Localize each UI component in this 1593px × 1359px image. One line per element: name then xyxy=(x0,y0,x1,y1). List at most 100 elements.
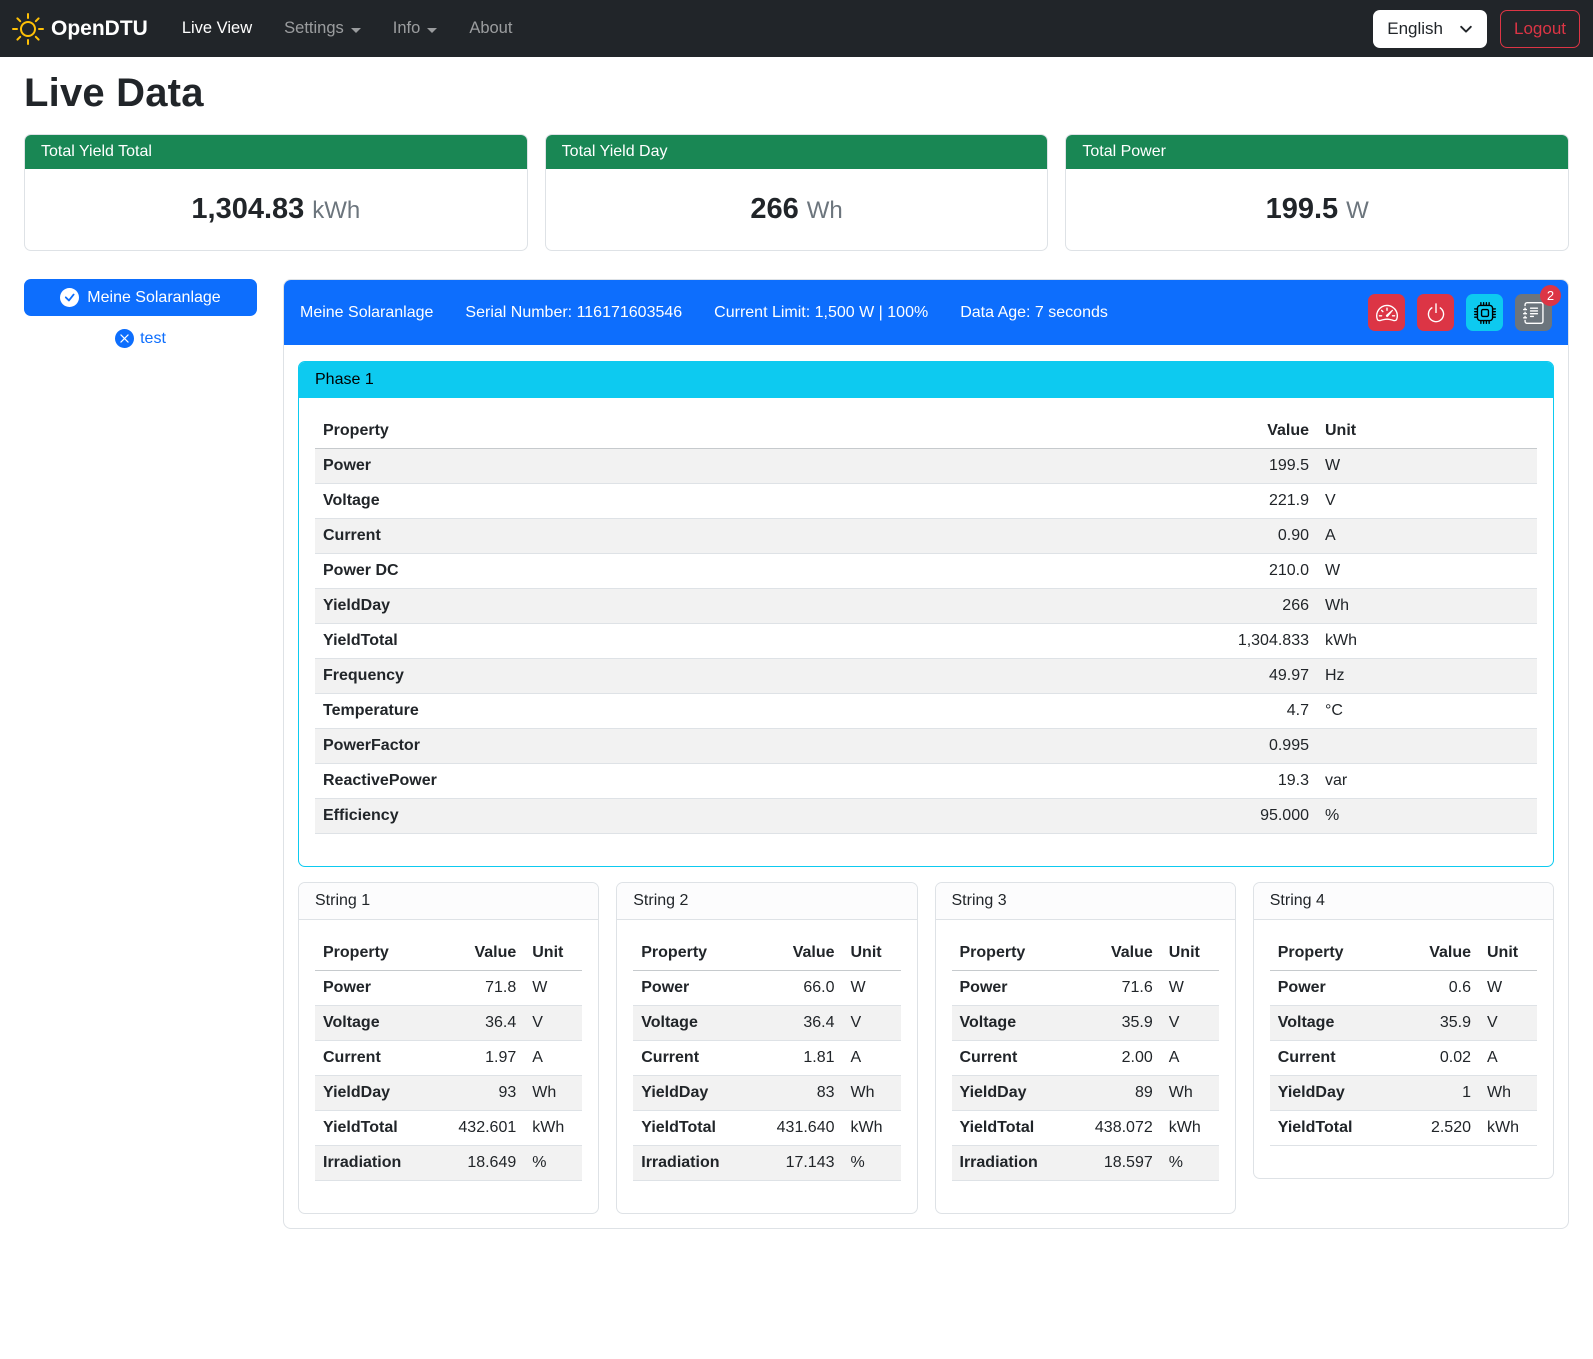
unit-cell: % xyxy=(843,1146,901,1181)
unit-cell: W xyxy=(1317,554,1537,589)
table-row: Voltage221.9V xyxy=(315,484,1537,519)
table-row: Frequency49.97Hz xyxy=(315,659,1537,694)
property-cell: Current xyxy=(952,1041,1071,1076)
unit-cell xyxy=(1317,729,1537,764)
card-unit: W xyxy=(1346,197,1369,224)
power-button[interactable] xyxy=(1417,294,1454,331)
card-unit: Wh xyxy=(807,197,843,224)
navbar: OpenDTU Live View Settings Info About En… xyxy=(0,0,1593,57)
journal-icon xyxy=(1523,302,1545,324)
value-cell: 17.143 xyxy=(753,1146,843,1181)
table-row: Irradiation17.143% xyxy=(633,1146,900,1181)
inverter-select-button[interactable]: Meine Solaranlage xyxy=(24,279,257,316)
value-cell: 95.000 xyxy=(1197,799,1317,834)
column-header-value: Value xyxy=(1389,936,1479,971)
string-card-header: String 1 xyxy=(299,883,598,920)
property-cell: Power xyxy=(315,449,1197,484)
unit-cell: kWh xyxy=(1317,624,1537,659)
value-cell: 83 xyxy=(753,1076,843,1111)
table-row: PowerFactor0.995 xyxy=(315,729,1537,764)
unit-cell: V xyxy=(1317,484,1537,519)
card-body: 1,304.83kWh xyxy=(25,169,527,250)
column-header-property: Property xyxy=(633,936,752,971)
x-circle-icon xyxy=(115,329,134,348)
property-cell: YieldTotal xyxy=(315,1111,434,1146)
table-row: Current0.02A xyxy=(1270,1041,1537,1076)
unit-cell: Wh xyxy=(843,1076,901,1111)
unit-cell: A xyxy=(1161,1041,1219,1076)
value-cell: 0.90 xyxy=(1197,519,1317,554)
value-cell: 221.9 xyxy=(1197,484,1317,519)
value-cell: 1.97 xyxy=(434,1041,524,1076)
brand[interactable]: OpenDTU xyxy=(12,13,148,45)
event-log-button[interactable]: 2 xyxy=(1515,294,1552,331)
table-row: YieldDay83Wh xyxy=(633,1076,900,1111)
value-cell: 438.072 xyxy=(1071,1111,1161,1146)
property-cell: YieldDay xyxy=(952,1076,1071,1111)
table-row: YieldDay1Wh xyxy=(1270,1076,1537,1111)
table-row: YieldTotal1,304.833kWh xyxy=(315,624,1537,659)
table-row: ReactivePower19.3var xyxy=(315,764,1537,799)
table-row: Power71.8W xyxy=(315,971,582,1006)
property-cell: Irradiation xyxy=(952,1146,1071,1181)
nav-item-live-view[interactable]: Live View xyxy=(168,11,266,46)
value-cell: 71.8 xyxy=(434,971,524,1006)
card-body: 199.5W xyxy=(1066,169,1568,250)
value-cell: 0.02 xyxy=(1389,1041,1479,1076)
string-card-4: String 4 Property Value Unit xyxy=(1253,882,1554,1179)
string-table: Property Value Unit Power71.6WVoltage35.… xyxy=(952,936,1219,1181)
column-header-unit: Unit xyxy=(1317,414,1537,449)
logout-button[interactable]: Logout xyxy=(1500,10,1580,48)
inverter-serial: Serial Number: 116171603546 xyxy=(465,304,682,322)
property-cell: Voltage xyxy=(315,484,1197,519)
property-cell: PowerFactor xyxy=(315,729,1197,764)
sun-logo-icon xyxy=(12,13,44,45)
language-select[interactable]: English xyxy=(1373,10,1487,48)
unit-cell: kWh xyxy=(1161,1111,1219,1146)
inverter-header: Meine Solaranlage Serial Number: 1161716… xyxy=(284,280,1568,345)
card-header: Total Power xyxy=(1066,135,1568,169)
value-cell: 4.7 xyxy=(1197,694,1317,729)
limit-settings-button[interactable] xyxy=(1368,294,1405,331)
check-circle-icon xyxy=(60,288,79,307)
unit-cell: var xyxy=(1317,764,1537,799)
column-header-unit: Unit xyxy=(843,936,901,971)
property-cell: Temperature xyxy=(315,694,1197,729)
table-row: Voltage35.9V xyxy=(1270,1006,1537,1041)
string-card-body: Property Value Unit Power71.8WVoltage36.… xyxy=(299,920,598,1213)
inverter-toolbar: 2 xyxy=(1368,294,1552,331)
gauge-icon xyxy=(1376,302,1398,324)
device-info-button[interactable] xyxy=(1466,294,1503,331)
column-header-property: Property xyxy=(315,936,434,971)
value-cell: 2.520 xyxy=(1389,1111,1479,1146)
unit-cell: Wh xyxy=(1479,1076,1537,1111)
table-header-row: Property Value Unit xyxy=(315,414,1537,449)
strings-row: String 1 Property Value Unit xyxy=(298,882,1554,1214)
nav-item-about[interactable]: About xyxy=(455,11,526,46)
string-card-3: String 3 Property Value Unit xyxy=(935,882,1236,1214)
value-cell: 36.4 xyxy=(434,1006,524,1041)
card-header: Total Yield Day xyxy=(546,135,1048,169)
table-row: YieldDay93Wh xyxy=(315,1076,582,1111)
card-unit: kWh xyxy=(312,197,360,224)
value-cell: 18.597 xyxy=(1071,1146,1161,1181)
string-table: Property Value Unit Power71.8WVoltage36.… xyxy=(315,936,582,1181)
column-header-value: Value xyxy=(753,936,843,971)
inverter-test-link[interactable]: test xyxy=(24,329,257,348)
value-cell: 210.0 xyxy=(1197,554,1317,589)
card-value: 266 xyxy=(750,193,798,225)
event-count-badge: 2 xyxy=(1540,285,1561,306)
phase-table: Property Value Unit Power199.5 W Voltage22… xyxy=(315,414,1537,834)
nav-item-settings[interactable]: Settings xyxy=(270,11,375,46)
value-cell: 18.649 xyxy=(434,1146,524,1181)
nav-item-info[interactable]: Info xyxy=(379,11,452,46)
power-icon xyxy=(1425,302,1447,324)
property-cell: YieldDay xyxy=(1270,1076,1389,1111)
value-cell: 199.5 xyxy=(1197,449,1317,484)
value-cell: 1,304.833 xyxy=(1197,624,1317,659)
navbar-right: English Logout xyxy=(1373,10,1580,48)
property-cell: Voltage xyxy=(633,1006,752,1041)
chevron-down-icon xyxy=(1459,22,1473,36)
table-row: Power71.6W xyxy=(952,971,1219,1006)
table-row: Current0.90A xyxy=(315,519,1537,554)
